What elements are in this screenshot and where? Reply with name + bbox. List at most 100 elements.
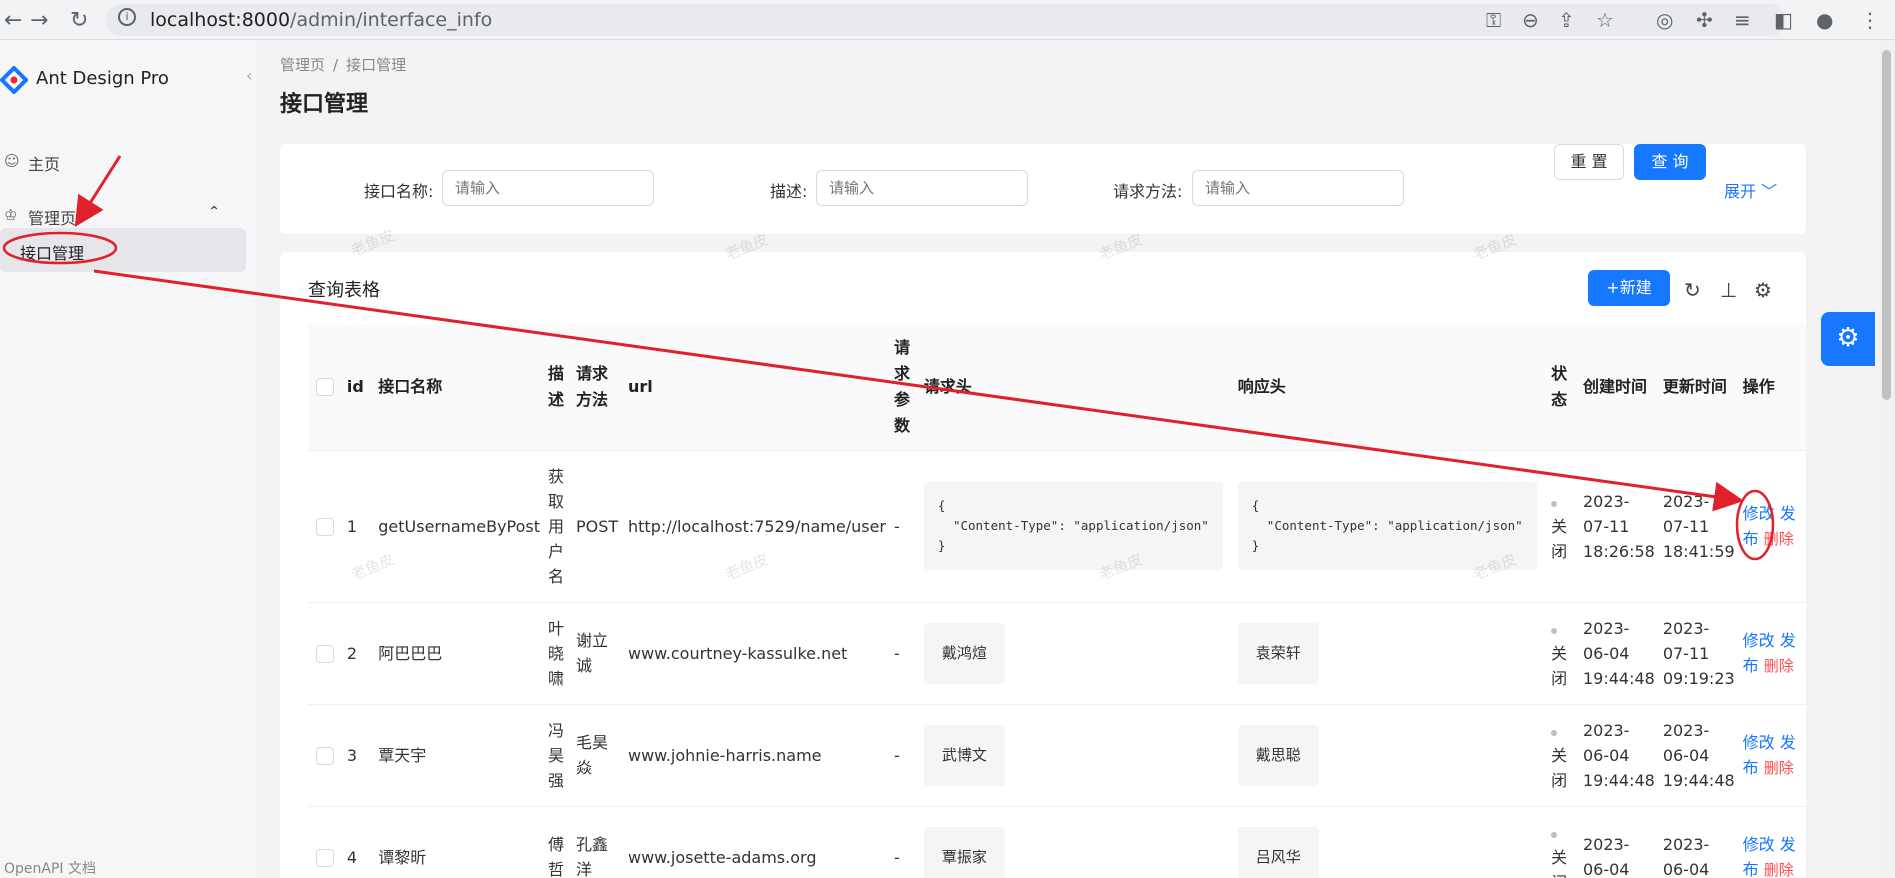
- cell-params: -: [890, 806, 920, 878]
- cell-method: 谢立诚: [571, 602, 624, 705]
- row-checkbox[interactable]: [316, 518, 334, 536]
- row-checkbox[interactable]: [316, 849, 334, 867]
- table-row: 2 阿巴巴巴 叶晓啸 谢立诚 www.courtney-kassulke.net…: [308, 602, 1806, 705]
- reload-icon[interactable]: ↻: [1684, 278, 1701, 302]
- table-row: 4 谭黎昕 傅哲 孔鑫洋 www.josette-adams.org - 覃振家…: [308, 806, 1806, 878]
- sidepanel-icon[interactable]: ◧: [1774, 8, 1793, 32]
- edit-link[interactable]: 修改: [1743, 733, 1775, 752]
- cell-params: -: [890, 704, 920, 807]
- sidebar-item-home[interactable]: ☺ 主页: [0, 140, 246, 182]
- extension-icon[interactable]: ◎: [1656, 8, 1673, 32]
- col-header-req-header[interactable]: 请求头: [919, 324, 1234, 451]
- share-icon[interactable]: ⇪: [1558, 8, 1575, 32]
- key-icon[interactable]: ⚿: [1486, 8, 1501, 32]
- sidebar: Ant Design Pro ‹ ☺ 主页 ♔ 管理页 ⌃ 接口管理 OpenA…: [0, 40, 258, 878]
- puzzle-icon[interactable]: ✣: [1696, 8, 1713, 32]
- expand-link[interactable]: 展开 ﹀: [1724, 178, 1777, 202]
- site-info-icon[interactable]: i: [118, 8, 136, 26]
- delete-link[interactable]: 删除: [1764, 759, 1794, 777]
- collapse-icon[interactable]: ‹: [246, 66, 252, 85]
- sidebar-item-label: 管理页: [28, 209, 77, 228]
- cell-name: getUsernameByPost: [374, 450, 545, 603]
- col-header-desc[interactable]: 描述: [544, 324, 572, 451]
- cell-req-header: 武博文: [923, 724, 1005, 786]
- cell-id: 4: [342, 806, 375, 878]
- edit-link[interactable]: 修改: [1743, 504, 1775, 523]
- desc-search-input[interactable]: [816, 170, 1028, 206]
- cell-id: 3: [342, 704, 375, 807]
- address-bar[interactable]: i localhost:8000/admin/interface_info ⚿ …: [106, 4, 1786, 36]
- col-header-status[interactable]: 状态: [1547, 324, 1579, 451]
- density-icon[interactable]: ⊥: [1720, 278, 1737, 302]
- reset-button[interactable]: 重 置: [1554, 144, 1624, 180]
- table-title: 查询表格: [308, 280, 380, 301]
- cell-id: 2: [342, 602, 375, 705]
- breadcrumb-item: 接口管理: [346, 56, 407, 74]
- bookmark-star-icon[interactable]: ☆: [1596, 8, 1614, 32]
- cell-updated: 2023-07-11 09:19:23: [1658, 602, 1739, 705]
- edit-link[interactable]: 修改: [1743, 631, 1775, 650]
- cell-req-header: 覃振家: [923, 826, 1005, 878]
- cell-url: www.johnie-harris.name: [624, 704, 890, 807]
- cell-desc: 傅哲: [544, 806, 572, 878]
- zoom-icon[interactable]: ⊖: [1522, 8, 1539, 32]
- browser-toolbar: ← → ↻ i localhost:8000/admin/interface_i…: [0, 0, 1895, 40]
- sidebar-item-interface-management[interactable]: 接口管理: [0, 228, 246, 272]
- name-search-input[interactable]: [442, 170, 654, 206]
- cell-created: 2023-07-11 18:26:58: [1578, 450, 1659, 603]
- cell-updated: 2023-06-04 19:44:48: [1658, 704, 1739, 807]
- method-search-input[interactable]: [1192, 170, 1404, 206]
- profile-icon[interactable]: ●: [1816, 8, 1833, 32]
- back-icon[interactable]: ←: [4, 8, 22, 33]
- sidebar-item-openapi[interactable]: OpenAPI 文档: [4, 858, 96, 878]
- table-header-row: id 接口名称 描述 请求方法 url 请求参数 请求头 响应头 状态 创建时间…: [308, 324, 1806, 451]
- menu-dots-icon[interactable]: ⋮: [1860, 8, 1880, 32]
- crown-icon: ♔: [4, 206, 18, 224]
- status-dot-icon: [1551, 831, 1558, 838]
- cell-name: 谭黎昕: [374, 806, 545, 878]
- media-icon[interactable]: ≡: [1734, 8, 1751, 32]
- cell-method: 孔鑫洋: [571, 806, 624, 878]
- col-header-method[interactable]: 请求方法: [571, 324, 624, 451]
- new-button[interactable]: +新建: [1588, 270, 1670, 306]
- chevron-up-icon: ⌃: [208, 204, 220, 220]
- cell-name: 阿巴巴巴: [374, 602, 545, 705]
- col-header-name[interactable]: 接口名称: [374, 324, 545, 451]
- delete-link[interactable]: 删除: [1764, 861, 1794, 878]
- cell-id: 1: [342, 450, 375, 603]
- reload-icon[interactable]: ↻: [70, 8, 88, 33]
- row-checkbox[interactable]: [316, 645, 334, 663]
- cell-status: 关闭: [1551, 745, 1568, 790]
- row-checkbox[interactable]: [316, 747, 334, 765]
- cell-req-header: { "Content-Type": "application/json" }: [923, 482, 1223, 570]
- floating-settings-button[interactable]: ⚙: [1821, 312, 1875, 366]
- status-dot-icon: [1551, 500, 1558, 507]
- scrollbar-thumb[interactable]: [1882, 50, 1891, 400]
- page-scrollbar[interactable]: [1878, 40, 1895, 878]
- col-header-updated[interactable]: 更新时间: [1658, 324, 1739, 451]
- forward-icon[interactable]: →: [30, 8, 48, 33]
- table-card: 查询表格 +新建 ↻ ⊥ ⚙ id 接口名称 描述 请求方法 url 请求参数 …: [280, 252, 1806, 878]
- col-header-id[interactable]: id: [342, 324, 375, 451]
- delete-link[interactable]: 删除: [1764, 530, 1794, 548]
- col-header-resp-header[interactable]: 响应头: [1233, 324, 1548, 451]
- col-header-params[interactable]: 请求参数: [890, 324, 920, 451]
- breadcrumb-item[interactable]: 管理页: [280, 56, 325, 74]
- delete-link[interactable]: 删除: [1764, 657, 1794, 675]
- col-header-created[interactable]: 创建时间: [1578, 324, 1659, 451]
- cell-url: www.courtney-kassulke.net: [624, 602, 890, 705]
- url-host: localhost:8000: [150, 9, 291, 31]
- settings-gear-icon[interactable]: ⚙: [1754, 278, 1772, 302]
- select-all-checkbox[interactable]: [316, 378, 334, 397]
- search-form: 接口名称: 描述: 请求方法: 重 置 查 询 展开 ﹀: [280, 144, 1806, 234]
- col-header-url[interactable]: url: [624, 324, 890, 451]
- table-row: 3 覃天宇 冯昊强 毛昊焱 www.johnie-harris.name - 武…: [308, 704, 1806, 807]
- edit-link[interactable]: 修改: [1743, 835, 1775, 854]
- brand-title: Ant Design Pro: [36, 68, 169, 89]
- table-row: 1 getUsernameByPost 获取用户名 POST http://lo…: [308, 450, 1806, 603]
- cell-status: 关闭: [1551, 516, 1568, 561]
- ant-design-logo-icon: [0, 66, 28, 94]
- breadcrumb: 管理页 / 接口管理: [280, 56, 407, 74]
- query-button[interactable]: 查 询: [1634, 144, 1706, 180]
- gear-icon: ⚙: [1836, 323, 1860, 353]
